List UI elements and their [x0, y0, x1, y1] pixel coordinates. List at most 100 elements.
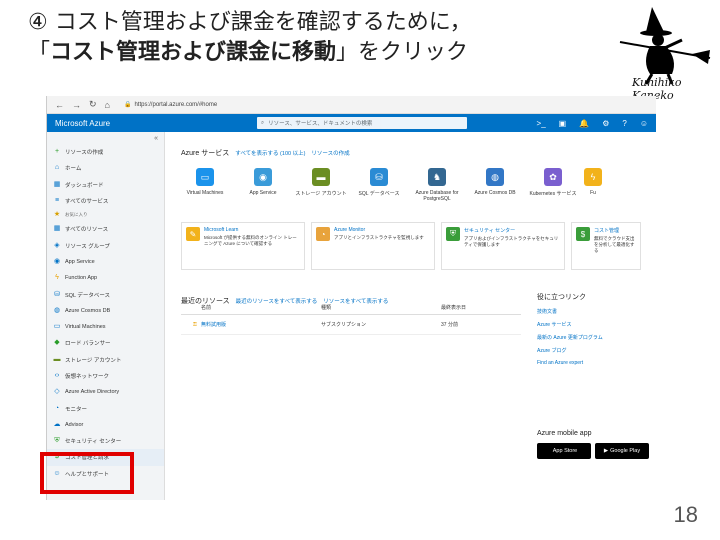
sidebar-item-resource-groups[interactable]: ◈ リソース グループ: [47, 237, 164, 253]
lock-icon: 🔒: [123, 102, 132, 108]
globe-icon: ◉: [53, 257, 61, 265]
sidebar-item-monitor[interactable]: ◔ モニター: [47, 400, 164, 416]
title-line-2: 「コスト管理および課金に移動」をクリック: [28, 38, 472, 68]
title-open-bracket: 「: [28, 40, 51, 65]
forward-arrow-icon[interactable]: →: [72, 100, 81, 110]
link-find-expert[interactable]: Find an Azure expert: [537, 360, 656, 373]
row-last: 37 分前: [441, 322, 458, 328]
sidebar-item-function-app[interactable]: ϟ Function App: [47, 270, 164, 286]
info-cards: ✎ Microsoft Learn Microsoft が提供する無料のオンライン …: [181, 222, 641, 270]
all-services-link[interactable]: すべてを表示する (100 以上): [235, 149, 305, 157]
sidebar-item-aad[interactable]: ◇ Azure Active Directory: [47, 384, 164, 400]
recent-resources-table: 名前 種類 最終表示日 ⚿ 無料試用版 サブスクリプション 37 分前: [181, 292, 521, 335]
address-bar[interactable]: 🔒 https://portal.azure.com/#home: [123, 101, 218, 109]
diamond-icon: ◇: [54, 388, 60, 396]
card-azure-monitor[interactable]: ◔ Azure Monitor アプリとインフラストラクチャを監視します: [311, 222, 435, 270]
globe-icon: ◉: [254, 168, 272, 186]
collapse-icon[interactable]: «: [154, 135, 158, 142]
link-tech-docs[interactable]: 技術文書: [537, 308, 656, 321]
key-icon: ⚿: [193, 321, 197, 328]
sidebar-item-advisor[interactable]: ☁ Advisor: [47, 417, 164, 433]
column-header-type[interactable]: 種類: [321, 304, 441, 311]
google-play-button[interactable]: ▶ Google Play: [595, 443, 649, 459]
service-label: ストレージ アカウント: [295, 191, 347, 197]
sidebar-item-label: リソース グループ: [65, 243, 110, 250]
sidebar-item-all-services[interactable]: ≡ すべてのサービス: [47, 193, 164, 209]
cluster-icon: ✿: [544, 168, 562, 186]
sidebar-item-label: Virtual Machines: [65, 324, 106, 331]
sidebar-item-dashboard[interactable]: ▦ ダッシュボード: [47, 177, 164, 193]
title-line-1: ④ コスト管理および課金を確認するために，: [28, 10, 472, 35]
sidebar-item-virtual-machines[interactable]: ▭ Virtual Machines: [47, 319, 164, 335]
sidebar-item-vnet[interactable]: ‹› 仮想ネットワーク: [47, 368, 164, 384]
card-cost-management[interactable]: $ コスト管理 無料でクラウド支出を分析して最適化する: [571, 222, 641, 270]
link-blog[interactable]: Azure ブログ: [537, 347, 656, 360]
column-header-name[interactable]: 名前: [201, 304, 321, 311]
create-resource-link[interactable]: リソースの作成: [311, 149, 349, 157]
card-security-center[interactable]: ⛨ セキュリティ センター アプリおよびインフラストラクチャをセキュリティで保護しま…: [441, 222, 565, 270]
page-number: 18: [673, 502, 698, 527]
home-icon[interactable]: ⌂: [105, 100, 110, 110]
table-row[interactable]: ⚿ 無料試用版 サブスクリプション 37 分前: [181, 315, 521, 335]
card-title: Microsoft Learn: [204, 227, 239, 233]
sidebar-item-label: Azure Active Directory: [65, 389, 120, 396]
home-icon: ⌂: [54, 164, 60, 172]
bell-icon[interactable]: 🔔: [579, 119, 589, 128]
storage-icon: ▬: [53, 355, 61, 363]
service-functions[interactable]: ϟ Fu: [583, 168, 603, 202]
service-storage[interactable]: ▬ ストレージ アカウント: [293, 168, 349, 202]
topbar-icons: >_ ▣ 🔔 ⚙ ? ☺: [537, 119, 656, 128]
card-microsoft-learn[interactable]: ✎ Microsoft Learn Microsoft が提供する無料のオンライン …: [181, 222, 305, 270]
mobile-app-section: Azure mobile app App Store ▶ Google Play: [537, 430, 649, 459]
plus-icon: +: [54, 148, 60, 156]
url-text: https://portal.azure.com/#home: [134, 101, 218, 108]
directory-icon[interactable]: ▣: [559, 119, 567, 128]
services-heading: Azure サービス: [181, 150, 230, 157]
sidebar-item-app-service[interactable]: ◉ App Service: [47, 254, 164, 270]
refresh-icon[interactable]: ↻: [89, 99, 97, 110]
cloud-shell-icon[interactable]: >_: [537, 119, 546, 128]
azure-portal-screenshot: ← → ↻ ⌂ 🔒 https://portal.azure.com/#home…: [46, 96, 656, 500]
row-name[interactable]: 無料試用版: [201, 321, 321, 328]
link-updates[interactable]: 最新の Azure 更新プログラム: [537, 334, 656, 347]
column-header-last[interactable]: 最終表示日: [441, 304, 511, 311]
service-sql-db[interactable]: ⛁ SQL データベース: [351, 168, 407, 202]
back-arrow-icon[interactable]: ←: [55, 100, 64, 110]
db-icon: ⛁: [54, 290, 60, 298]
sidebar-item-label: Function App: [65, 275, 98, 282]
sidebar-item-sql-db[interactable]: ⛁ SQL データベース: [47, 286, 164, 302]
app-store-button[interactable]: App Store: [537, 443, 591, 459]
brand-label[interactable]: Microsoft Azure: [47, 119, 257, 128]
sidebar-item-home[interactable]: ⌂ ホーム: [47, 160, 164, 176]
service-cosmos-db[interactable]: ◍ Azure Cosmos DB: [467, 168, 523, 202]
service-postgresql[interactable]: ♞ Azure Database for PostgreSQL: [409, 168, 465, 202]
service-app-service[interactable]: ◉ App Service: [235, 168, 291, 202]
sidebar-item-label: Azure Cosmos DB: [65, 307, 111, 314]
service-kubernetes[interactable]: ✿ Kubernetes サービス: [525, 168, 581, 202]
link-azure-services[interactable]: Azure サービス: [537, 321, 656, 334]
title-close: 」をクリック: [336, 40, 469, 65]
services-header: Azure サービス すべてを表示する (100 以上) リソースの作成: [181, 148, 350, 158]
service-virtual-machines[interactable]: ▭ Virtual Machines: [177, 168, 233, 202]
sidebar-item-label: セキュリティ センター: [65, 439, 122, 446]
network-icon: ‹›: [54, 372, 60, 379]
service-label: Kubernetes サービス: [529, 191, 577, 197]
help-icon[interactable]: ?: [622, 119, 626, 128]
links-heading: 役に立つリンク: [537, 294, 586, 301]
main-content: Azure サービス すべてを表示する (100 以上) リソースの作成 ▭ Vi…: [171, 132, 656, 500]
sidebar-item-label: SQL データベース: [65, 292, 111, 299]
service-label: App Service: [249, 190, 277, 196]
sidebar-item-create[interactable]: + リソースの作成: [47, 144, 164, 160]
sidebar-item-storage[interactable]: ▬ ストレージ アカウント: [47, 352, 164, 368]
sidebar-item-all-resources[interactable]: ▦ すべてのリソース: [47, 221, 164, 237]
sidebar-item-security-center[interactable]: ⛨ セキュリティ センター: [47, 433, 164, 449]
feedback-icon[interactable]: ☺: [640, 119, 648, 128]
sidebar-item-label: リソースの作成: [65, 150, 104, 157]
card-title: Azure Monitor: [334, 227, 366, 233]
sidebar-item-load-balancer[interactable]: ◆ ロード バランサー: [47, 335, 164, 351]
sidebar-item-label: すべてのリソース: [65, 227, 109, 234]
planet-icon: ◍: [486, 168, 504, 186]
sidebar-item-cosmos-db[interactable]: ◍ Azure Cosmos DB: [47, 303, 164, 319]
search-input[interactable]: ⌕ リソース、サービス、ドキュメントの検索: [257, 117, 467, 129]
gear-icon[interactable]: ⚙: [602, 119, 609, 128]
